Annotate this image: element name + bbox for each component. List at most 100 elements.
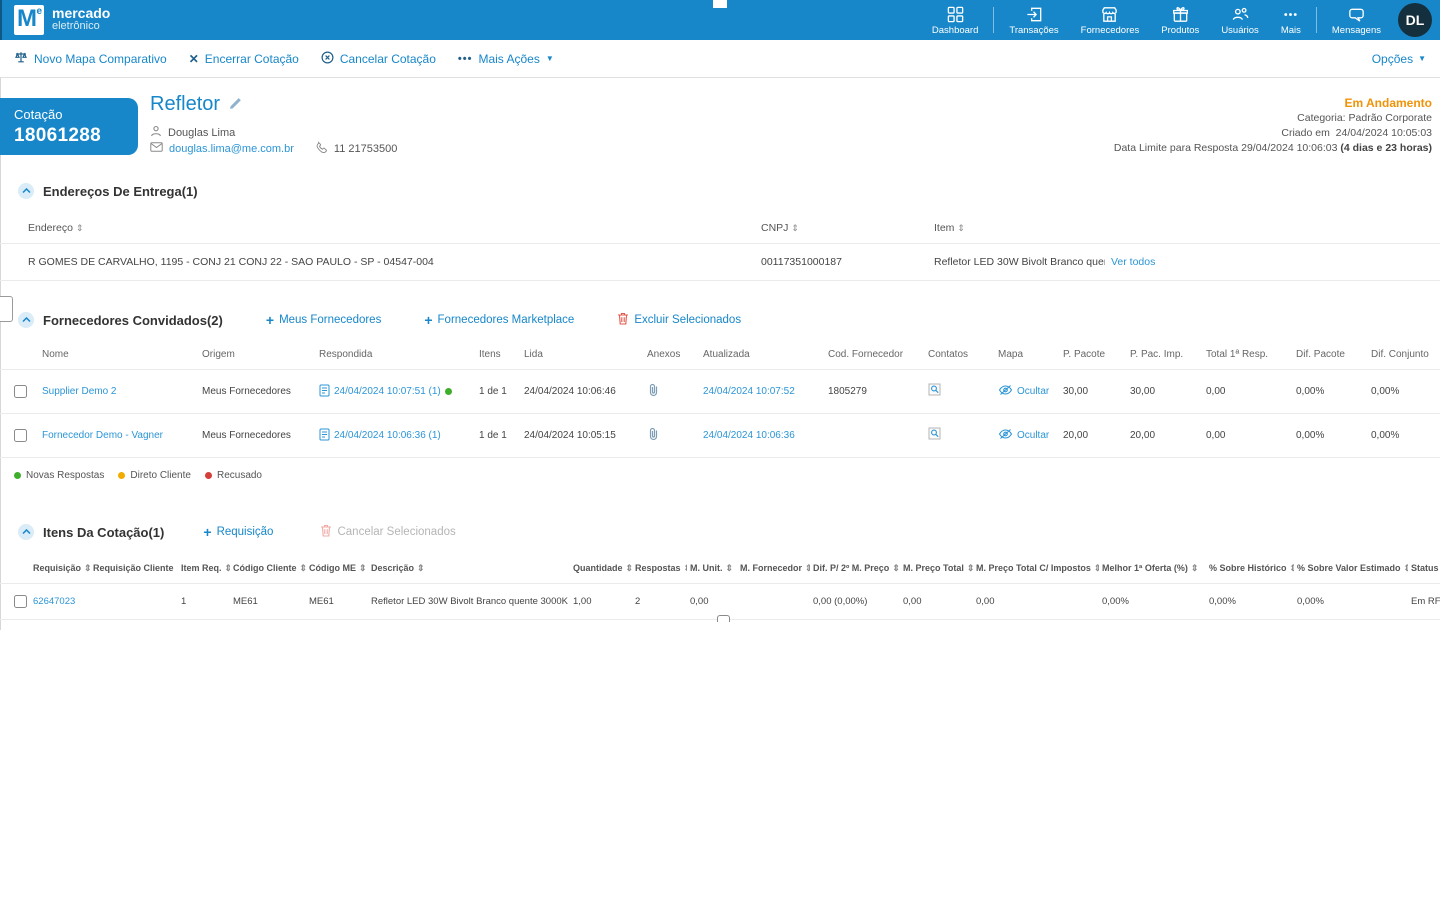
column-header-dif-conjunto: Dif. Conjunto [1365,340,1440,370]
nav-item-dashboard[interactable]: Dashboard [921,0,989,40]
p-pacote-value: 20,00 [1057,413,1124,458]
row-checkbox[interactable] [14,385,27,398]
nav-label: Transações [1009,24,1059,36]
column-header-codigo-cliente[interactable]: Código Cliente⇕ [230,554,306,584]
column-header-sobre-valor-estimado[interactable]: % Sobre Valor Estimado⇕ [1294,554,1408,584]
column-header-cnpj[interactable]: CNPJ ⇕ [755,213,928,244]
requisition-link[interactable]: 62647023 [33,596,75,607]
collapse-chevron-icon[interactable] [18,183,34,199]
column-header-dif-2-preco[interactable]: Dif. P/ 2º M. Preço ⇕ [810,554,900,584]
addresses-table: Endereço ⇕ CNPJ ⇕ Item ⇕ R GOMES DE CARVALH… [0,213,1440,281]
column-header-m-fornecedor[interactable]: M. Fornecedor⇕ [737,554,810,584]
column-header-requisicao[interactable]: Requisição⇕ [30,554,90,584]
more-actions-button[interactable]: ••• Mais Ações ▼ [458,52,554,66]
contacts-preview-icon[interactable] [928,383,942,400]
row-checkbox[interactable] [14,595,27,608]
window-edge [0,0,2,40]
hide-map-link[interactable]: Ocultar [1017,386,1049,397]
new-comparative-map-button[interactable]: Novo Mapa Comparativo [14,50,167,67]
sort-icon: ⇕ [725,563,734,573]
add-marketplace-suppliers-button[interactable]: + Fornecedores Marketplace [424,312,574,328]
p-pac-imp-value: 30,00 [1124,369,1200,414]
brand-name: mercado [52,5,111,21]
column-header-quantidade[interactable]: Quantidade⇕ [570,554,632,584]
options-button[interactable]: Opções ▼ [1372,52,1426,66]
sort-icon: ⇕ [359,563,367,573]
updated-date-link[interactable]: 24/04/2024 10:06:36 [703,430,795,441]
owner-email-link[interactable]: douglas.lima@me.com.br [169,143,294,155]
addresses-section: Endereços De Entrega(1) Endereço ⇕ CNPJ ⇕ … [0,183,1440,281]
avatar-initials: DL [1405,12,1425,28]
supplier-name-link[interactable]: Fornecedor Demo - Vagner [42,430,163,441]
column-header-m-preco-total-impostos[interactable]: M. Preço Total C/ Impostos⇕ [973,554,1099,584]
cnpj-value: 00117351000187 [755,243,928,281]
nav-item-transacoes[interactable]: Transações [998,0,1069,40]
items-header-row: Requisição⇕ Requisição Cliente⇕ Item Req… [0,554,1440,584]
column-header-item-req[interactable]: Item Req.⇕ [178,554,230,584]
add-requisition-button[interactable]: + Requisição [203,524,273,540]
column-header-sobre-historico[interactable]: % Sobre Histórico⇕ [1206,554,1294,584]
supplier-name-link[interactable]: Supplier Demo 2 [42,386,116,397]
nav-label: Mensagens [1331,24,1381,36]
nav-item-usuarios[interactable]: Usuários [1210,0,1270,40]
hide-map-link[interactable]: Ocultar [1017,430,1049,441]
column-header-item[interactable]: Item ⇕ [928,213,1105,244]
ver-todos-link[interactable]: Ver todos [1111,256,1155,268]
column-header-cod-fornecedor: Cod. Fornecedor [822,340,922,370]
updated-date-link[interactable]: 24/04/2024 10:07:52 [703,386,795,397]
column-header-endereco[interactable]: Endereço ⇕ [0,213,755,244]
more-actions-label: Mais Ações [478,51,540,66]
column-header-codigo-me[interactable]: Código ME ⇕ [306,554,368,584]
column-header-requisicao-cliente[interactable]: Requisição Cliente⇕ [90,554,178,584]
nav-divider [993,7,995,33]
eye-off-icon [998,428,1013,443]
column-header-m-unit[interactable]: M. Unit. ⇕ [687,554,737,584]
total-resp-value: 0,00 [1200,369,1290,414]
column-header-respostas[interactable]: Respostas⇕ [632,554,687,584]
add-my-suppliers-button[interactable]: + Meus Fornecedores [266,312,381,328]
cancel-quote-button[interactable]: Cancelar Cotação [321,50,436,67]
column-header-m-preco-total[interactable]: M. Preço Total⇕ [900,554,973,584]
response-date-link[interactable]: 24/04/2024 10:07:51 (1) [334,386,441,397]
suppliers-section: Fornecedores Convidados(2) + Meus Fornec… [0,312,1440,481]
edit-pencil-icon[interactable] [229,93,243,116]
column-header-contatos: Contatos [922,340,992,370]
column-header-descricao[interactable]: Descrição ⇕ [368,554,570,584]
end-quote-button[interactable]: ✕ Encerrar Cotação [189,52,299,66]
contacts-preview-icon[interactable] [928,427,942,444]
top-nav-items: Dashboard Transações Fornecedores Produt [921,0,1440,40]
paperclip-icon[interactable] [647,383,660,400]
status-badge: Em Andamento [1344,96,1432,110]
close-x-icon: ✕ [188,51,199,66]
collapse-chevron-icon[interactable] [18,524,34,540]
cancel-selected-items-button[interactable]: Cancelar Selecionados [320,524,456,540]
response-date-link[interactable]: 24/04/2024 10:06:36 (1) [334,430,441,441]
brand-text: mercado eletrônico [52,5,111,33]
nav-item-produtos[interactable]: Produtos [1150,0,1210,40]
trash-icon [320,524,332,540]
column-header-melhor-oferta[interactable]: Melhor 1ª Oferta (%) ⇕ [1099,554,1206,584]
column-header-p-pacote: P. Pacote [1057,340,1124,370]
collapse-chevron-icon[interactable] [18,312,34,328]
brand-logo[interactable]: M e mercado eletrônico [0,5,110,35]
sort-icon: ⇕ [684,563,687,573]
user-avatar[interactable]: DL [1398,3,1432,37]
address-row: R GOMES DE CARVALHO, 1195 - CONJ 21 CONJ… [0,243,1440,281]
addresses-header-row: Endereço ⇕ CNPJ ⇕ Item ⇕ [0,213,1440,244]
paperclip-icon[interactable] [647,427,660,444]
items-table: Requisição⇕ Requisição Cliente⇕ Item Req… [0,554,1440,620]
side-tab-handle[interactable] [0,296,13,322]
top-notch [713,0,727,8]
nav-item-mensagens[interactable]: Mensagens [1321,0,1392,40]
row-checkbox[interactable] [14,429,27,442]
sort-icon: ⇕ [1190,563,1199,573]
storefront-icon [1100,5,1119,24]
dashboard-grid-icon [946,5,965,24]
delete-selected-suppliers-button[interactable]: Excluir Selecionados [617,312,741,328]
nav-item-fornecedores[interactable]: Fornecedores [1070,0,1151,40]
response-doc-icon [319,384,330,400]
nav-item-mais[interactable]: Mais [1270,0,1312,40]
sort-icon: ⇕ [300,563,307,573]
column-header-status[interactable]: Status⇕ [1408,554,1440,584]
column-header-total-resp: Total 1ª Resp. [1200,340,1290,370]
